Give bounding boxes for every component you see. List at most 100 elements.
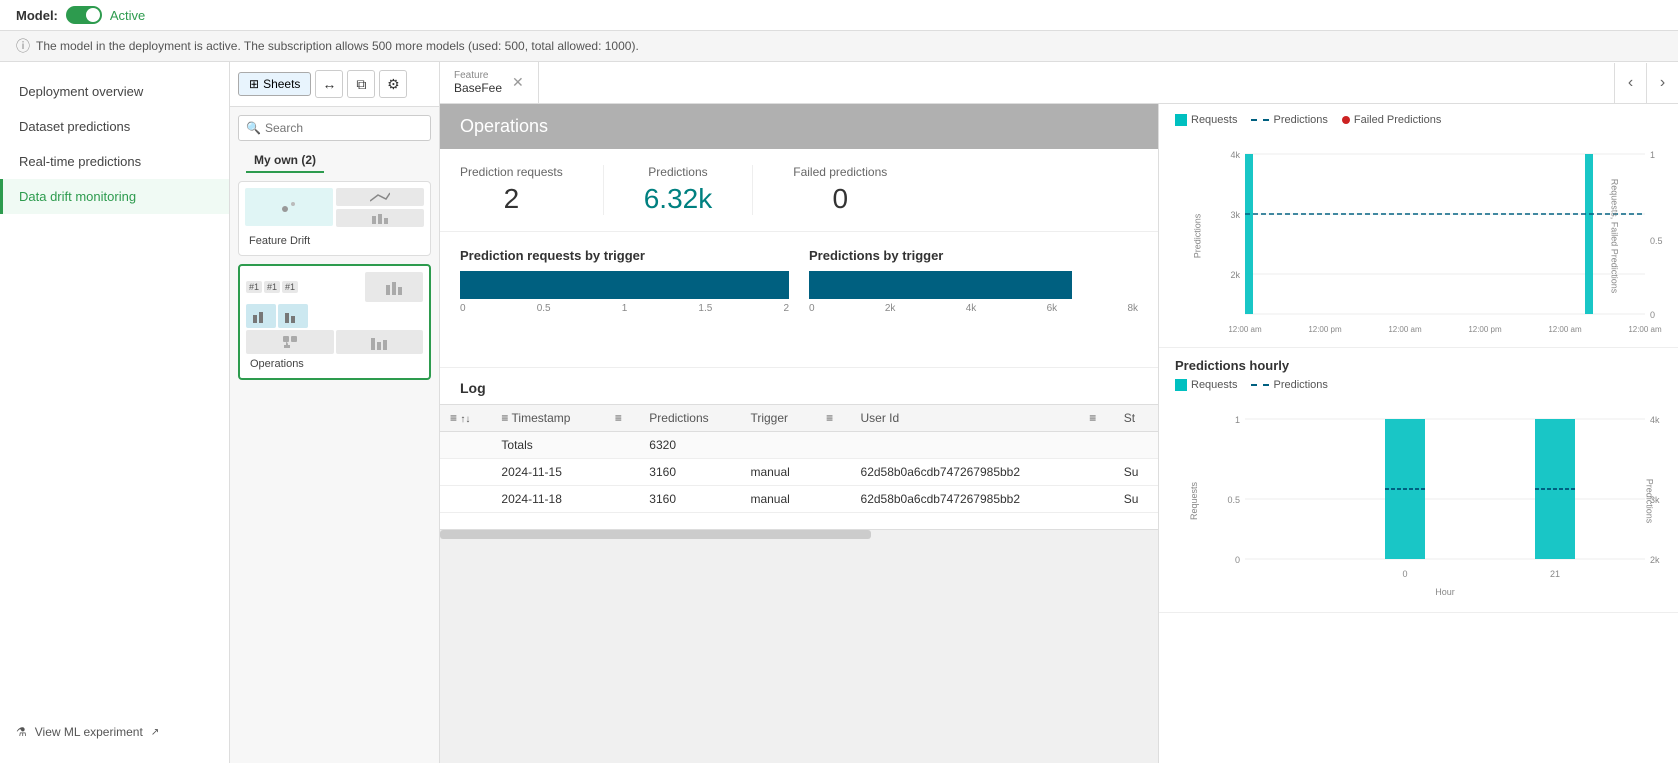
- line-tile: [336, 188, 424, 206]
- main-layout: Deployment overview Dataset predictions …: [0, 62, 1678, 763]
- totals-label: Totals: [491, 432, 604, 459]
- table-row: 2024-11-15 3160 manual 62d58b0a6cdb74726…: [440, 459, 1158, 486]
- svg-text:4k: 4k: [1230, 150, 1240, 160]
- hourly-legend-requests: Requests: [1175, 379, 1237, 391]
- ops-top-row: #1 #1 #1: [246, 272, 423, 302]
- svg-text:4k: 4k: [1650, 415, 1660, 425]
- row2-status: Su: [1114, 486, 1158, 513]
- row2-trigger: manual: [740, 486, 816, 513]
- nav-right-arrow[interactable]: ›: [1646, 63, 1678, 103]
- hourly-chart-legend: Requests Predictions: [1175, 379, 1662, 391]
- sheets-icon: ⊞: [249, 77, 259, 91]
- bar-tile: [336, 209, 424, 227]
- requests-by-trigger-chart: Prediction requests by trigger 0 0.5 1 1…: [460, 248, 789, 351]
- duplicate-icon-btn[interactable]: ⧉: [347, 70, 375, 98]
- predictions-legend-label: Predictions: [1273, 114, 1327, 126]
- col-sep2: ≡: [816, 405, 850, 432]
- totals-predictions: 6320: [639, 432, 740, 459]
- search-icon: 🔍: [246, 121, 261, 135]
- feature-drift-card[interactable]: Feature Drift: [238, 181, 431, 256]
- stat-divider-2: [752, 165, 753, 215]
- prediction-requests-label: Prediction requests: [460, 165, 563, 179]
- feature-basefee-tab[interactable]: Feature BaseFee ✕: [440, 62, 539, 103]
- ops-bar2: [336, 330, 424, 354]
- hourly-y-right: Predictions: [1645, 478, 1655, 523]
- main-content: Feature BaseFee ✕ ‹ › Operations Pre: [440, 62, 1678, 763]
- requests-legend-label: Requests: [1191, 114, 1237, 126]
- hourly-chart-title: Predictions hourly: [1175, 358, 1662, 373]
- search-input[interactable]: [238, 115, 431, 141]
- active-status: Active: [110, 8, 145, 23]
- sidebar-item-data-drift-monitoring[interactable]: Data drift monitoring: [0, 179, 229, 214]
- svg-text:Hour: Hour: [1435, 587, 1455, 597]
- svg-text:0.5: 0.5: [1650, 236, 1663, 246]
- sidebar: Deployment overview Dataset predictions …: [0, 62, 230, 763]
- col-trigger[interactable]: Trigger: [740, 405, 816, 432]
- sidebar-item-dataset-predictions[interactable]: Dataset predictions: [0, 109, 229, 144]
- stat-divider-1: [603, 165, 604, 215]
- svg-text:12:00 am: 12:00 am: [1228, 325, 1262, 334]
- failed-predictions-value: 0: [793, 183, 887, 215]
- y-left-label: Predictions: [1192, 213, 1202, 258]
- my-own-label: My own (2): [246, 149, 324, 173]
- hourly-predictions-label: Predictions: [1273, 379, 1327, 391]
- failed-predictions-legend-label: Failed Predictions: [1354, 114, 1441, 126]
- tab-close-btn[interactable]: ✕: [512, 74, 524, 91]
- hourly-chart-section: Predictions hourly Requests Predictions …: [1159, 348, 1678, 613]
- operations-card[interactable]: #1 #1 #1: [238, 264, 431, 380]
- settings-icon-btn[interactable]: ⚙: [379, 70, 407, 98]
- sheet-cards: Feature Drift #1 #1 #1: [230, 177, 439, 384]
- operations-card-title: Operations: [246, 354, 423, 372]
- top-bar: Model: Active: [0, 0, 1678, 31]
- row1-timestamp: 2024-11-15: [491, 459, 604, 486]
- info-icon: ⓘ: [16, 36, 30, 56]
- move-icon-btn[interactable]: ↔: [315, 70, 343, 98]
- hourly-y-left: Requests: [1189, 481, 1199, 519]
- nav-left-arrow[interactable]: ‹: [1614, 63, 1646, 103]
- predictions-axis: 0 2k 4k 6k 8k: [809, 303, 1138, 314]
- svg-text:1: 1: [1235, 415, 1240, 425]
- requests-legend-swatch: [1175, 114, 1187, 126]
- log-table-body: Totals 6320 2024-11: [440, 432, 1158, 513]
- log-table: ≡ ↑↓ ≡ Timestamp ≡ Predictions Trigger ≡…: [440, 404, 1158, 513]
- svg-text:3k: 3k: [1230, 210, 1240, 220]
- legend-requests: Requests: [1175, 114, 1237, 126]
- puzzle-icon: [246, 330, 334, 354]
- col-predictions[interactable]: Predictions: [639, 405, 740, 432]
- totals-row: Totals 6320: [440, 432, 1158, 459]
- hourly-chart-svg: 1 0.5 0 4k 3k 2k: [1205, 399, 1665, 599]
- failed-predictions-stat: Failed predictions 0: [793, 165, 887, 215]
- sheets-button[interactable]: ⊞ Sheets: [238, 72, 311, 96]
- col-status[interactable]: St: [1114, 405, 1158, 432]
- col-menu[interactable]: ≡ ↑↓: [440, 405, 491, 432]
- row1-userid: 62d58b0a6cdb747267985bb2: [851, 459, 1080, 486]
- col-userid[interactable]: User Id: [851, 405, 1080, 432]
- view-ml-label: View ML experiment: [35, 725, 143, 739]
- ops-mid-row: [246, 304, 423, 328]
- svg-text:12:00 am: 12:00 am: [1548, 325, 1582, 334]
- operations-panel: Operations Prediction requests 2 Predict…: [440, 104, 1158, 763]
- sheets-toolbar: ⊞ Sheets ↔ ⧉ ⚙: [230, 62, 439, 107]
- row2-userid: 62d58b0a6cdb747267985bb2: [851, 486, 1080, 513]
- right-panel: Requests Predictions Failed Predictions …: [1158, 104, 1678, 763]
- row1-trigger: manual: [740, 459, 816, 486]
- requests-bar-chart: 0 0.5 1 1.5 2: [460, 271, 789, 351]
- col-sep1: ≡: [605, 405, 639, 432]
- main-chart-section: Requests Predictions Failed Predictions …: [1159, 104, 1678, 348]
- sidebar-item-deployment-overview[interactable]: Deployment overview: [0, 74, 229, 109]
- col-timestamp[interactable]: ≡ Timestamp: [491, 405, 604, 432]
- svg-text:12:00 am: 12:00 am: [1388, 325, 1422, 334]
- scroll-thumb[interactable]: [440, 530, 871, 539]
- model-toggle[interactable]: [66, 6, 102, 24]
- stats-row: Prediction requests 2 Predictions 6.32k …: [440, 149, 1158, 232]
- predictions-value: 6.32k: [644, 183, 713, 215]
- horizontal-scrollbar[interactable]: [440, 529, 1158, 539]
- svg-text:1: 1: [1650, 150, 1655, 160]
- hourly-legend-predictions: Predictions: [1251, 379, 1327, 391]
- legend-predictions: Predictions: [1251, 114, 1327, 126]
- sidebar-item-realtime-predictions[interactable]: Real-time predictions: [0, 144, 229, 179]
- sidebar-footer[interactable]: ⚗ View ML experiment ↗: [0, 713, 229, 751]
- predictions-label: Predictions: [644, 165, 713, 179]
- svg-text:0: 0: [1235, 555, 1240, 565]
- svg-text:21: 21: [1550, 569, 1560, 579]
